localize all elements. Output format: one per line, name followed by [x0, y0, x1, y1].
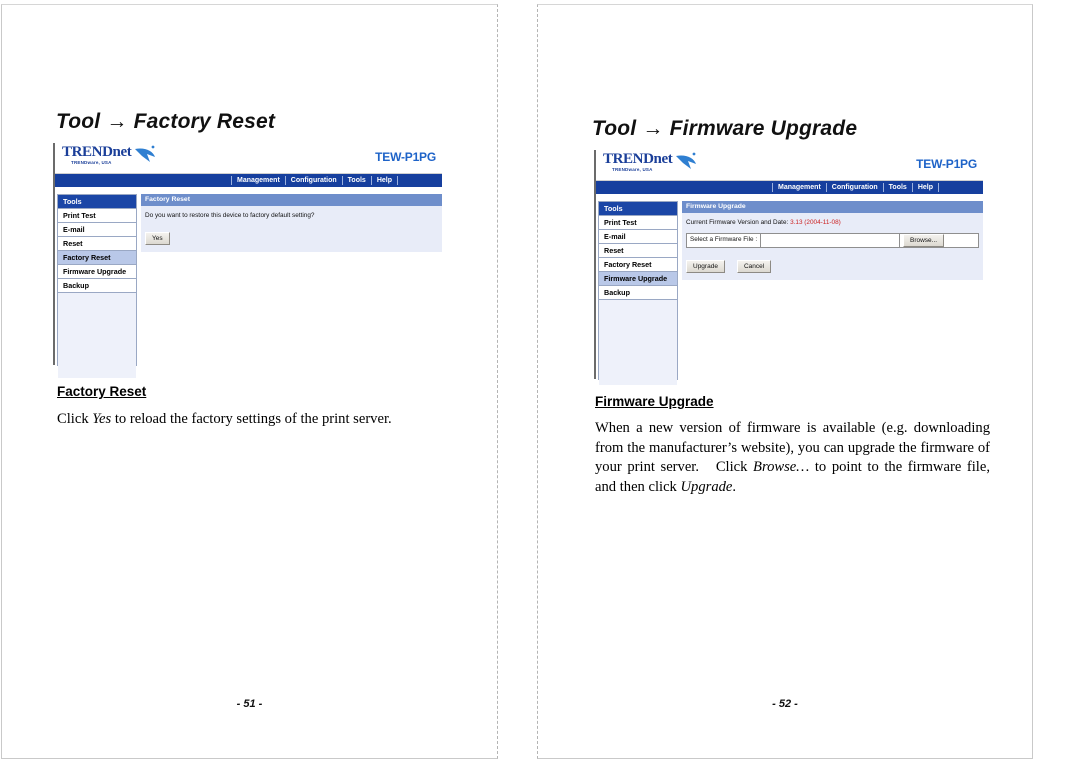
section-heading: Factory Reset — [57, 384, 147, 399]
sidebar-item-print-test[interactable]: Print Test — [58, 209, 136, 223]
upgrade-button[interactable]: Upgrade — [686, 260, 725, 273]
page-number-left: - 51 - — [236, 698, 263, 710]
sidebar-item-email[interactable]: E-mail — [58, 223, 136, 237]
nav-item-configuration[interactable]: Configuration — [286, 176, 343, 185]
panel-body: Current Firmware Version and Date: 3.13 … — [682, 213, 983, 280]
sidebar-item-reset[interactable]: Reset — [599, 244, 677, 258]
body-text-part-1: Click — [57, 411, 93, 427]
cancel-button[interactable]: Cancel — [736, 260, 772, 273]
swoosh-icon — [676, 152, 696, 169]
scanned-manual-spread: Tool → Factory Reset TRENDnet TRENDware,… — [0, 0, 1080, 763]
brand-tagline: TRENDware, USA — [612, 167, 653, 172]
sidebar-item-firmware-upgrade[interactable]: Firmware Upgrade — [58, 265, 136, 279]
sidebar-item-firmware-upgrade[interactable]: Firmware Upgrade — [599, 272, 677, 286]
sidebar-filler — [58, 293, 136, 378]
sidebar-item-print-test[interactable]: Print Test — [599, 216, 677, 230]
device-ui-screenshot-firmware-upgrade: TRENDnet TRENDware, USA TEW-P1PG Managem… — [594, 150, 983, 385]
firmware-file-label: Select a Firmware File : — [690, 236, 758, 243]
device-ui-navbar: Management Configuration Tools Help — [55, 174, 442, 187]
panel-body: Do you want to restore this device to fa… — [141, 206, 442, 252]
sidebar-item-email[interactable]: E-mail — [599, 230, 677, 244]
brand-logo: TRENDnet TRENDware, USA — [62, 144, 192, 166]
nav-item-management[interactable]: Management — [230, 176, 286, 185]
device-ui-navbar: Management Configuration Tools Help — [596, 181, 983, 194]
sidebar-filler — [599, 300, 677, 385]
sidebar-item-backup[interactable]: Backup — [599, 286, 677, 300]
body-text-part-2: to reload the factory settings of the pr… — [111, 411, 392, 427]
firmware-file-input[interactable] — [760, 234, 900, 247]
body-text-emphasis-browse: Browse… — [753, 459, 810, 476]
nav-item-tools[interactable]: Tools — [343, 176, 372, 185]
nav-item-tools[interactable]: Tools — [884, 183, 913, 192]
section-body-text: Click Yes to reload the factory settings… — [57, 410, 447, 430]
panel-button-row: Upgrade Cancel — [686, 255, 979, 273]
body-text-emphasis: Yes — [92, 411, 112, 427]
section-heading: Firmware Upgrade — [595, 394, 714, 409]
swoosh-icon — [135, 145, 155, 162]
device-ui-sidebar: Tools Print Test E-mail Reset Factory Re… — [57, 194, 137, 378]
sidebar-item-reset[interactable]: Reset — [58, 237, 136, 251]
factory-reset-question: Do you want to restore this device to fa… — [145, 212, 315, 219]
content-pane: Firmware Upgrade Current Firmware Versio… — [682, 201, 983, 380]
manual-page-left: Tool → Factory Reset TRENDnet TRENDware,… — [1, 4, 498, 759]
body-text-part-3: . — [732, 478, 737, 495]
device-ui-screenshot-factory-reset: TRENDnet TRENDware, USA TEW-P1PG Managem… — [53, 143, 442, 378]
yes-button[interactable]: Yes — [145, 232, 170, 245]
brand-tagline: TRENDware, USA — [71, 160, 112, 165]
panel-button-row: Yes — [145, 227, 438, 245]
page-number-right: - 52 - — [772, 698, 798, 710]
firmware-version-line: Current Firmware Version and Date: 3.13 … — [686, 218, 979, 227]
content-pane: Factory Reset Do you want to restore thi… — [141, 194, 442, 366]
nav-item-help[interactable]: Help — [913, 183, 939, 192]
nav-item-help[interactable]: Help — [372, 176, 398, 185]
browse-button-cell: Browse... — [900, 234, 978, 247]
section-body-text: When a new version of firmware is availa… — [595, 419, 990, 497]
manual-page-right: Tool → Firmware Upgrade TRENDnet TRENDwa… — [537, 4, 1033, 759]
brand-name: TRENDnet — [603, 151, 673, 167]
panel-title: Factory Reset — [141, 194, 442, 206]
device-ui-sidebar: Tools Print Test E-mail Reset Factory Re… — [598, 201, 678, 385]
firmware-file-row: Select a Firmware File : Browse... — [686, 233, 979, 248]
device-ui-header: TRENDnet TRENDware, USA TEW-P1PG — [55, 143, 442, 174]
device-ui-body: Tools Print Test E-mail Reset Factory Re… — [55, 187, 442, 378]
sidebar-item-factory-reset[interactable]: Factory Reset — [58, 251, 136, 265]
brand-name: TRENDnet — [62, 144, 132, 160]
panel-title: Firmware Upgrade — [682, 201, 983, 213]
model-number: TEW-P1PG — [375, 150, 436, 164]
brand-logo: TRENDnet TRENDware, USA — [603, 151, 733, 173]
page-title: Tool → Factory Reset — [56, 110, 276, 133]
model-number: TEW-P1PG — [916, 157, 977, 171]
page-title: Tool → Firmware Upgrade — [592, 117, 858, 140]
browse-button[interactable]: Browse... — [903, 234, 945, 247]
firmware-version-value: 3.13 (2004-11-08) — [790, 219, 841, 226]
sidebar-item-tools: Tools — [58, 195, 136, 209]
nav-item-configuration[interactable]: Configuration — [827, 183, 884, 192]
device-ui-header: TRENDnet TRENDware, USA TEW-P1PG — [596, 150, 983, 181]
firmware-version-label: Current Firmware Version and Date: — [686, 219, 791, 226]
sidebar-item-tools: Tools — [599, 202, 677, 216]
nav-item-management[interactable]: Management — [771, 183, 827, 192]
body-text-emphasis-upgrade: Upgrade — [680, 478, 733, 495]
sidebar-item-factory-reset[interactable]: Factory Reset — [599, 258, 677, 272]
sidebar-item-backup[interactable]: Backup — [58, 279, 136, 293]
device-ui-body: Tools Print Test E-mail Reset Factory Re… — [596, 194, 983, 385]
